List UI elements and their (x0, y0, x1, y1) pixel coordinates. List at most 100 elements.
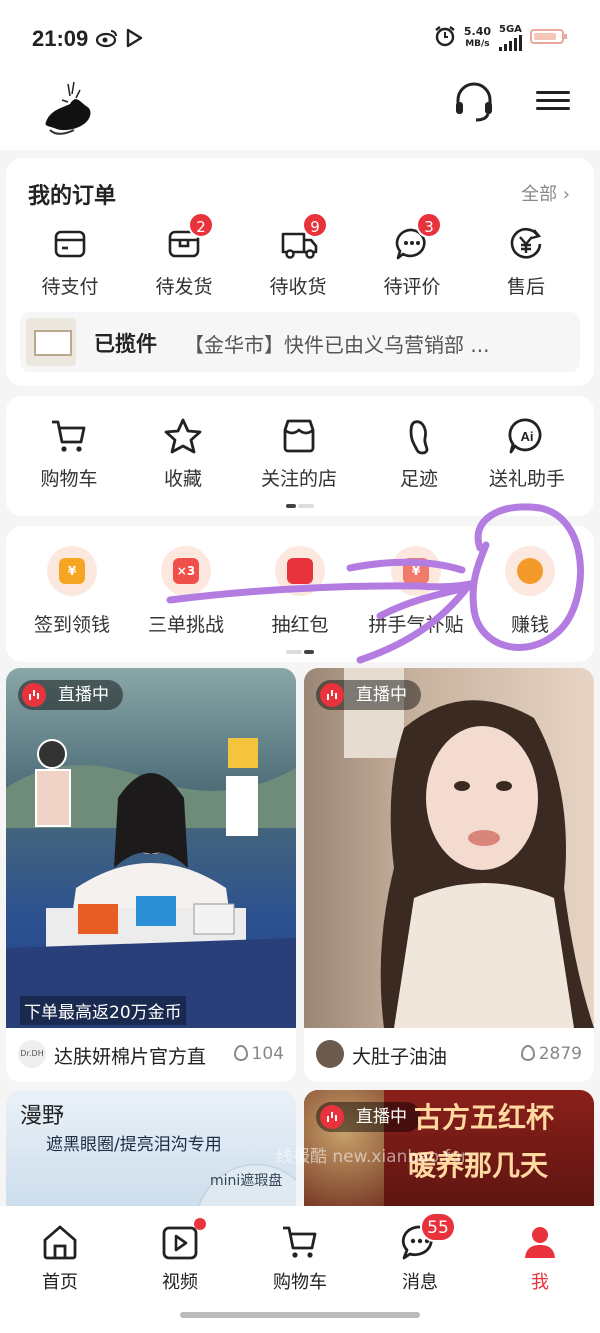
package-tracking-row[interactable]: 已揽件 【金华市】快件已由义乌营销部 ... (20, 312, 580, 372)
live-label: 直播中 (356, 685, 407, 705)
net-speed-value: 5.40 (463, 24, 491, 38)
shortcut-gift-assistant[interactable]: Ai 送礼助手 (472, 416, 582, 491)
shop-row: Dr.DH 达肤妍棉片官方直 104 (6, 1028, 296, 1082)
status-right: 5.40 MB/s 5GA (434, 24, 570, 51)
tab-messages[interactable]: 55 消息 (380, 1212, 460, 1294)
promo-title: 古方五红杯 (414, 1101, 555, 1134)
order-after-sales[interactable]: 售后 (476, 226, 576, 299)
subsidy-icon: ¥ (391, 546, 441, 596)
reward-earn-money[interactable]: 赚钱 (470, 546, 590, 637)
package-thumbnail (26, 318, 76, 366)
tab-video[interactable]: 视频 (140, 1218, 220, 1294)
status-time: 21:09 (32, 26, 89, 51)
shortcut-cart[interactable]: 购物车 (14, 416, 124, 491)
star-icon (163, 416, 203, 456)
order-pending-receipt[interactable]: 9 待收货 (248, 212, 348, 299)
net-speed: 5.40 MB/s (463, 24, 491, 50)
header (0, 80, 600, 150)
user-avatar[interactable] (40, 80, 100, 150)
yen-refund-icon (508, 226, 544, 262)
order-label: 待评价 (383, 276, 441, 298)
live-icon (320, 1105, 344, 1129)
tab-cart[interactable]: 购物车 (260, 1222, 340, 1294)
orders-all-link[interactable]: 全部 › (521, 180, 570, 206)
notification-dot (194, 1218, 206, 1230)
reward-triple-challenge[interactable]: ×3 三单挑战 (126, 546, 246, 637)
order-pending-shipment[interactable]: 2 待发货 (134, 212, 234, 299)
likes-value: 2879 (538, 1044, 582, 1064)
checkin-icon: ¥ (47, 546, 97, 596)
shortcut-label: 足迹 (399, 468, 438, 490)
shortcut-favorites[interactable]: 收藏 (128, 416, 238, 491)
reward-glyph: ×3 (173, 558, 199, 584)
rewards-card: ¥ 签到领钱 ×3 三单挑战 抽红包 ¥ 拼手气补贴 赚钱 (6, 526, 594, 662)
package-message: 【金华市】快件已由义乌营销部 ... (184, 333, 490, 357)
shortcuts-pager (286, 504, 314, 508)
live-label: 直播中 (58, 685, 109, 705)
shortcut-label: 关注的店 (260, 468, 337, 490)
tab-label: 首页 (42, 1272, 78, 1293)
comment-icon: 3 (394, 212, 442, 262)
reward-subsidy[interactable]: ¥ 拼手气补贴 (356, 546, 476, 637)
feed-card-product-3[interactable]: 漫野 遮黑眼圈/提亮泪沟专用 mini遮瑕盘 (6, 1090, 296, 1220)
shortcut-label: 送礼助手 (488, 468, 565, 490)
likes-count: 104 (233, 1044, 284, 1064)
shop-row: 大肚子油油 2879 (304, 1028, 594, 1082)
reward-label: 三单挑战 (147, 614, 224, 636)
reward-red-packet[interactable]: 抽红包 (240, 546, 360, 637)
shortcut-label: 购物车 (40, 468, 98, 490)
shortcut-followed-stores[interactable]: 关注的店 (244, 416, 354, 491)
cart-icon (280, 1222, 320, 1262)
shortcut-label: 收藏 (163, 468, 202, 490)
reward-label: 签到领钱 (33, 614, 110, 636)
orders-title: 我的订单 (28, 184, 117, 209)
likes-count: 2879 (520, 1044, 582, 1064)
order-label: 待收货 (269, 276, 327, 298)
reward-glyph: ¥ (403, 558, 429, 584)
feed-card-live-1[interactable]: 直播中 下单最高返20万金币 Dr.DH 达肤妍棉片官方直 104 (6, 668, 296, 1082)
live-icon (320, 683, 344, 707)
customer-service-icon[interactable] (452, 80, 496, 124)
net-speed-unit: MB/s (465, 38, 490, 49)
live-badge: 直播中 (316, 680, 421, 710)
footprint-icon (399, 416, 439, 456)
menu-icon[interactable] (536, 86, 570, 116)
order-label: 待发货 (155, 276, 213, 298)
watermark: 线报酷 new.xianbao.fun (276, 1147, 472, 1167)
play-icon (124, 28, 144, 53)
shop-name: 大肚子油油 (352, 1046, 448, 1068)
tab-label: 消息 (402, 1272, 438, 1293)
message-badge: 55 (420, 1212, 456, 1242)
challenge-icon: ×3 (161, 546, 211, 596)
order-label: 售后 (506, 276, 545, 298)
network-type: 5GA (499, 24, 522, 35)
store-icon (279, 416, 319, 456)
heat-icon (233, 1045, 248, 1061)
status-bar: 21:09 5.40 MB/s 5GA (0, 0, 600, 80)
reward-glyph (287, 558, 313, 584)
wallet-icon (52, 226, 88, 262)
feed-card-live-2[interactable]: 直播中 大肚子油油 2879 (304, 668, 594, 1082)
order-pending-payment[interactable]: 待支付 (20, 226, 120, 299)
alarm-icon (434, 25, 456, 50)
live-badge: 直播中 (18, 680, 123, 710)
tab-profile[interactable]: 我 (500, 1222, 580, 1294)
rewards-pager (286, 650, 314, 654)
live-icon (22, 683, 46, 707)
reward-label: 拼手气补贴 (368, 614, 464, 636)
tab-home[interactable]: 首页 (20, 1222, 100, 1294)
live-label: 直播中 (356, 1107, 407, 1127)
reward-label: 赚钱 (510, 614, 549, 636)
shortcut-footprint[interactable]: 足迹 (364, 416, 474, 491)
reward-checkin[interactable]: ¥ 签到领钱 (12, 546, 132, 637)
home-indicator[interactable] (180, 1312, 420, 1318)
order-label: 待支付 (41, 276, 99, 298)
ai-icon: Ai (507, 416, 547, 456)
order-badge: 9 (302, 212, 328, 238)
video-icon (160, 1218, 206, 1262)
shortcuts-card: 购物车 收藏 关注的店 足迹 Ai 送礼助手 (6, 396, 594, 516)
signal-icon: 5GA (499, 24, 522, 51)
order-pending-review[interactable]: 3 待评价 (362, 212, 462, 299)
tab-label: 购物车 (273, 1272, 327, 1293)
order-badge: 3 (416, 212, 442, 238)
